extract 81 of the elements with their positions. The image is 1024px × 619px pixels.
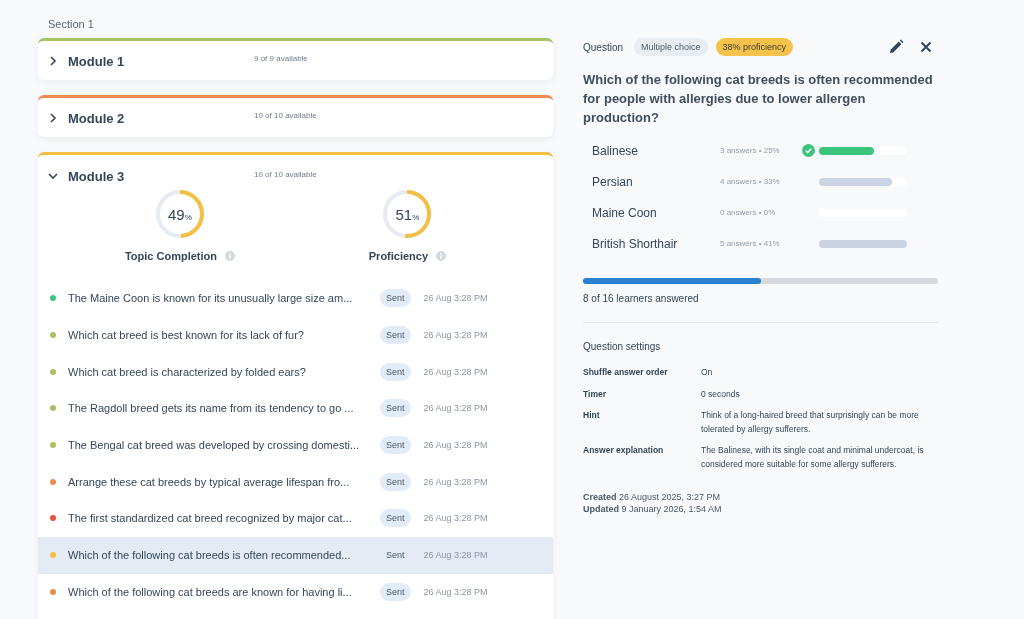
stat-value: 49 — [168, 205, 185, 223]
updated-text: Updated 9 January 2026, 1:54 AM — [583, 503, 723, 515]
stat-unit: % — [184, 212, 192, 222]
question-row[interactable]: Which cat breed is best known for its lack of fur? Sent 26 Aug 3:28 PM — [38, 316, 553, 354]
question-text: Which of the following cat breeds is often recommended... — [68, 549, 352, 562]
answer-option: British Shorthair — [592, 236, 720, 251]
availability-text: 10 of 10 available — [254, 111, 317, 120]
panel-label: Question — [583, 41, 624, 53]
timestamp: 26 Aug 3:28 PM — [423, 330, 488, 341]
status-badge: Sent — [380, 362, 411, 381]
setting-value: Think of a long-haired breed that surprisingly can be more tolerated by allergy sufferers. — [701, 409, 920, 436]
module-title[interactable]: Module 3 — [68, 169, 254, 184]
question-row[interactable]: The Bengal cat breed was developed by crossing domesti... Sent 26 Aug 3:28 PM — [38, 426, 553, 464]
timestamp: 26 Aug 3:28 PM — [423, 513, 488, 524]
answer-option: Persian — [592, 174, 720, 189]
setting-label: Hint — [583, 409, 601, 422]
setting-value: 0 seconds — [701, 387, 741, 401]
stat-value: 51 — [395, 205, 413, 223]
module-card[interactable] — [38, 152, 553, 619]
answer-stats: 3 answers • 25% — [720, 146, 781, 155]
type-badge: Multiple choice — [634, 38, 708, 56]
pencil-icon[interactable] — [888, 39, 904, 55]
status-label: Sent — [385, 549, 406, 563]
timestamp: 26 Aug 3:28 PM — [423, 586, 488, 597]
module-title[interactable]: Module 1 — [68, 54, 254, 69]
timestamp: 26 Aug 3:28 PM — [423, 366, 488, 377]
stat-unit: % — [412, 212, 420, 222]
availability-text: 9 of 9 available — [254, 54, 308, 63]
stat-label: Topic Completion — [124, 250, 217, 262]
question-text: Which cat breed is characterized by folded ears? — [68, 365, 307, 378]
module-card[interactable]: Module 1 9 of 9 available — [38, 38, 553, 80]
answer-stats: 0 answers • 0% — [720, 208, 777, 217]
chevron-right-icon[interactable] — [48, 112, 58, 124]
status-badge: Sent — [380, 472, 411, 491]
question-text: The Bengal cat breed was developed by crossing domesti... — [68, 439, 361, 452]
status-badge: Sent — [380, 509, 411, 528]
question-title: Which of the following cat breeds is often recommended for people with allergies due to lower allergen production? — [583, 71, 934, 127]
question-row[interactable]: The first standardized cat breed recognized by major cat... Sent 26 Aug 3:28 PM — [38, 500, 553, 537]
proficiency-badge: 38% proficiency — [715, 38, 794, 56]
timestamp: 26 Aug 3:28 PM — [423, 440, 488, 451]
setting-value: On — [701, 366, 714, 379]
answer-stats: 5 answers • 41% — [720, 239, 781, 248]
question-text: Which of the following cat breeds are known for having li... — [68, 585, 353, 598]
close-icon[interactable] — [918, 39, 934, 55]
settings-title: Question settings — [583, 341, 662, 352]
module-card[interactable]: Module 2 10 of 10 available — [38, 95, 553, 137]
status-badge: Sent — [380, 289, 411, 308]
question-row[interactable]: Which of the following cat breeds is often recommended... Sent 26 Aug 3:28 PM — [38, 536, 553, 574]
answer-option: Maine Coon — [592, 205, 720, 220]
status-badge: Sent — [380, 326, 411, 345]
status-badge: Sent — [380, 399, 411, 418]
status-badge: Sent — [380, 582, 411, 601]
timestamp: 26 Aug 3:28 PM — [423, 476, 488, 487]
question-text: Arrange these cat breeds by typical average lifespan fro... — [68, 475, 351, 488]
stat-label: Proficiency — [368, 250, 429, 262]
question-text: The first standardized cat breed recognized by major cat... — [68, 512, 353, 525]
question-row[interactable]: The Ragdoll breed gets its name from its tendency to go ... Sent 26 Aug 3:28 PM — [38, 390, 553, 427]
question-text: The Maine Coon is known for its unusually large size am... — [68, 292, 354, 305]
answer-option: Balinese — [592, 143, 720, 158]
created-text: Created 26 August 2025, 3:27 PM — [583, 491, 722, 503]
setting-label: Answer explanation — [583, 444, 665, 457]
chevron-down-icon[interactable] — [48, 170, 58, 182]
question-text: The Ragdoll breed gets its name from its tendency to go ... — [68, 402, 355, 415]
timestamp: 26 Aug 3:28 PM — [423, 550, 488, 561]
status-badge: Sent — [380, 436, 411, 455]
answer-stats: 4 answers • 33% — [720, 177, 781, 186]
section-title: Section 1 — [48, 18, 95, 30]
timestamp: 26 Aug 3:28 PM — [423, 403, 488, 414]
question-row[interactable]: Arrange these cat breeds by typical average lifespan fro... Sent 26 Aug 3:28 PM — [38, 463, 553, 501]
setting-value: The Balinese, with its single coat and minimal undercoat, is considered more suitable for some allergy sufferers. — [701, 444, 925, 471]
progress-caption: 8 of 16 learners answered — [583, 293, 700, 304]
module-title[interactable]: Module 2 — [68, 111, 254, 126]
setting-label: Timer — [583, 387, 607, 401]
question-text: Which cat breed is best known for its lack of fur? — [68, 329, 305, 342]
question-row[interactable]: The Maine Coon is known for its unusually large size am... Sent 26 Aug 3:28 PM — [38, 280, 553, 317]
availability-text: 10 of 10 available — [254, 170, 317, 179]
timestamp: 26 Aug 3:28 PM — [423, 293, 488, 304]
chevron-right-icon[interactable] — [48, 55, 58, 67]
question-row[interactable]: Which of the following cat breeds are known for having li... Sent 26 Aug 3:28 PM — [38, 573, 553, 611]
question-row[interactable]: Which cat breed is characterized by folded ears? Sent 26 Aug 3:28 PM — [38, 353, 553, 391]
setting-label: Shuffle answer order — [583, 366, 669, 379]
